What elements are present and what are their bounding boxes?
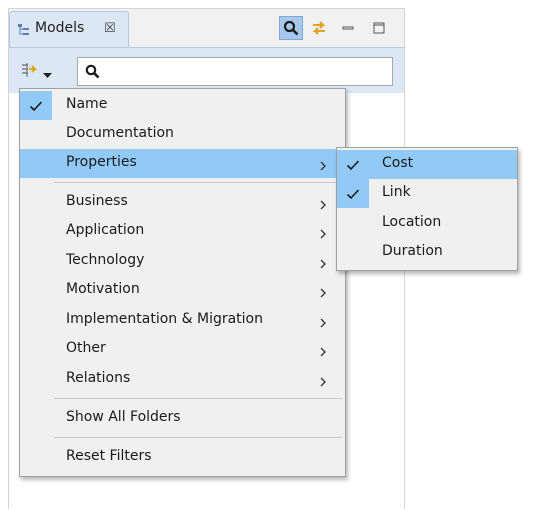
menu-item-name[interactable]: Name (20, 91, 345, 120)
search-icon (283, 20, 299, 36)
tab-title: Models (35, 20, 85, 36)
menu-item-label: Business (66, 193, 128, 209)
submenu-item-link[interactable]: Link (337, 179, 517, 208)
link-with-editor-icon (312, 21, 326, 35)
menu-item-label: Reset Filters (66, 448, 152, 464)
submenu-item-label: Location (382, 214, 442, 230)
chevron-right-icon (320, 257, 326, 273)
menu-item-label: Application (66, 222, 145, 238)
minimize-icon (342, 26, 354, 30)
submenu-item-location[interactable]: Location (337, 209, 517, 238)
search-input[interactable] (106, 62, 386, 81)
filter-toolbar (9, 47, 404, 93)
menu-item-label: Motivation (66, 281, 140, 297)
check-icon (20, 91, 52, 120)
submenu-item-duration[interactable]: Duration (337, 238, 517, 267)
filter-icon (22, 63, 38, 77)
menu-item-label: Documentation (66, 125, 174, 141)
filter-menu: Name Documentation Properties Business A… (19, 88, 346, 477)
chevron-right-icon (320, 159, 326, 175)
menu-item-label: Technology (66, 252, 145, 268)
submenu-item-label: Duration (382, 243, 443, 259)
link-to-editor-button[interactable] (307, 16, 331, 40)
menu-item-motivation[interactable]: Motivation (20, 276, 345, 305)
model-tree-icon (17, 23, 31, 41)
submenu-item-cost[interactable]: Cost (337, 150, 517, 179)
menu-item-label: Other (66, 340, 106, 356)
chevron-right-icon (320, 345, 326, 361)
search-toggle-button[interactable] (279, 16, 303, 40)
menu-item-label: Name (66, 96, 108, 112)
properties-submenu: Cost Link Location Duration (336, 147, 518, 271)
menu-separator (54, 182, 342, 183)
filter-button[interactable] (19, 59, 41, 81)
menu-item-other[interactable]: Other (20, 335, 345, 364)
menu-item-label: Relations (66, 370, 131, 386)
menu-item-reset-filters[interactable]: Reset Filters (20, 443, 345, 472)
menu-item-show-all-folders[interactable]: Show All Folders (20, 404, 345, 433)
chevron-down-icon[interactable] (43, 67, 52, 83)
search-field[interactable] (77, 57, 393, 86)
submenu-item-label: Link (382, 184, 411, 200)
check-icon (337, 150, 369, 179)
submenu-item-label: Cost (382, 155, 414, 171)
chevron-right-icon (320, 316, 326, 332)
menu-separator (54, 398, 342, 399)
menu-item-technology[interactable]: Technology (20, 247, 345, 276)
menu-item-implementation-migration[interactable]: Implementation & Migration (20, 306, 345, 335)
menu-item-relations[interactable]: Relations (20, 365, 345, 394)
menu-item-label: Properties (66, 154, 137, 170)
models-tab[interactable]: Models ☒ (9, 11, 129, 47)
menu-item-label: Implementation & Migration (66, 311, 263, 327)
minimize-button[interactable] (336, 16, 360, 40)
view-tab-bar: Models ☒ (9, 9, 404, 47)
maximize-button[interactable] (367, 16, 391, 40)
menu-separator (54, 437, 342, 438)
menu-item-documentation[interactable]: Documentation (20, 120, 345, 149)
search-icon (85, 64, 100, 79)
menu-item-business[interactable]: Business (20, 188, 345, 217)
close-icon[interactable]: ☒ (104, 20, 116, 38)
menu-item-properties[interactable]: Properties (20, 149, 345, 178)
menu-item-label: Show All Folders (66, 409, 181, 425)
chevron-right-icon (320, 227, 326, 243)
chevron-right-icon (320, 375, 326, 391)
chevron-right-icon (320, 198, 326, 214)
maximize-icon (373, 22, 385, 34)
menu-item-application[interactable]: Application (20, 217, 345, 246)
chevron-right-icon (320, 286, 326, 302)
check-icon (337, 179, 369, 208)
